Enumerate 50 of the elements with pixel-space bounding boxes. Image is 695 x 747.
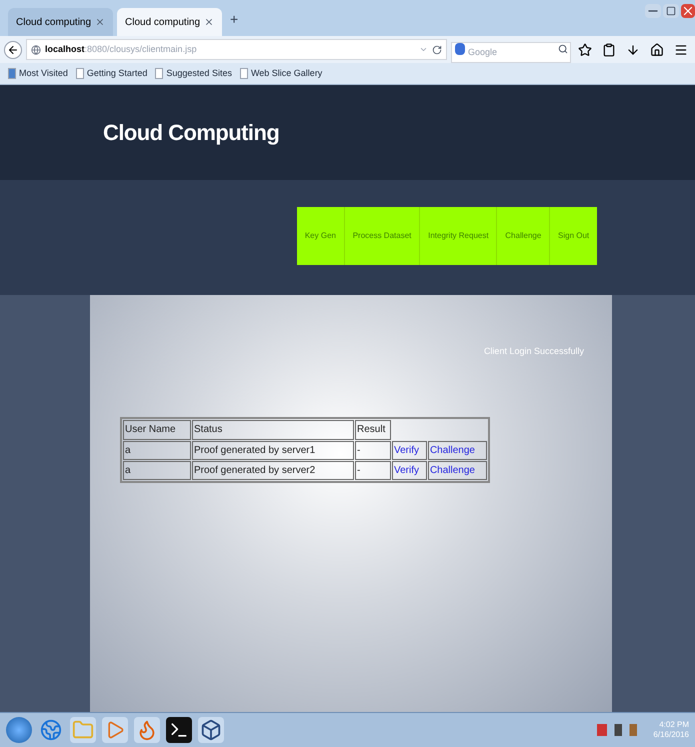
start-button[interactable] — [6, 717, 32, 743]
table-cell: - — [355, 460, 391, 480]
bookmark-link[interactable]: Suggested Sites — [166, 66, 232, 80]
column-header: User Name — [123, 420, 191, 440]
bookmark-link[interactable]: Web Slice Gallery — [250, 66, 322, 80]
bookmark-star-icon[interactable] — [578, 42, 592, 56]
maximize-icon[interactable] — [663, 4, 679, 18]
close-icon[interactable] — [681, 4, 695, 18]
menu-link[interactable]: Key Gen — [297, 207, 345, 265]
clipboard-icon[interactable] — [602, 42, 616, 56]
address-text: localhost:8080/clousys/clientmain.jsp — [45, 42, 197, 56]
browser-tab[interactable]: Cloud computing — [8, 8, 113, 36]
menu-link[interactable]: Sign Out — [550, 207, 598, 265]
menu-link[interactable]: Challenge — [497, 207, 550, 265]
site-title: Cloud Computing — [103, 119, 280, 147]
home-icon[interactable] — [650, 42, 664, 56]
globe-icon — [31, 44, 41, 54]
column-header: Result — [355, 420, 391, 440]
minimize-icon[interactable] — [645, 4, 661, 18]
page-icon — [155, 68, 164, 79]
page-icon — [76, 68, 84, 79]
new-tab-button[interactable]: + — [230, 9, 238, 30]
close-icon[interactable] — [204, 17, 214, 27]
table-cell: a — [123, 440, 191, 460]
box-icon[interactable] — [198, 717, 224, 743]
table-cell: a — [123, 460, 191, 480]
menu-icon[interactable] — [674, 42, 688, 56]
table-cell: Proof generated by server1 — [192, 440, 354, 460]
search-field[interactable]: Google — [451, 42, 571, 62]
address-field[interactable]: localhost:8080/clousys/clientmain.jsp — [26, 39, 447, 60]
page-icon — [240, 68, 248, 79]
browser-tab[interactable]: Cloud computing — [117, 8, 222, 36]
search-engine-icon[interactable] — [455, 43, 465, 55]
download-icon[interactable] — [626, 42, 640, 56]
bookmark-icon — [8, 68, 16, 79]
menu-link[interactable]: Process Dataset — [344, 207, 420, 265]
terminal-icon[interactable] — [166, 717, 192, 743]
firefox-icon[interactable] — [134, 717, 160, 743]
search-icon[interactable] — [558, 44, 568, 54]
dropdown-icon[interactable] — [419, 45, 428, 54]
bookmark-link[interactable]: Most Visited — [19, 66, 68, 80]
table-cell: Proof generated by server2 — [192, 460, 354, 480]
table-cell: - — [355, 440, 391, 460]
back-icon[interactable] — [4, 40, 22, 58]
bookmark-link[interactable]: Getting Started — [86, 66, 148, 80]
column-header: Status — [192, 420, 354, 440]
close-icon[interactable] — [95, 17, 105, 27]
menu-link[interactable]: Integrity Request — [420, 207, 498, 265]
reload-icon[interactable] — [432, 44, 442, 54]
browser-icon[interactable] — [38, 717, 64, 743]
